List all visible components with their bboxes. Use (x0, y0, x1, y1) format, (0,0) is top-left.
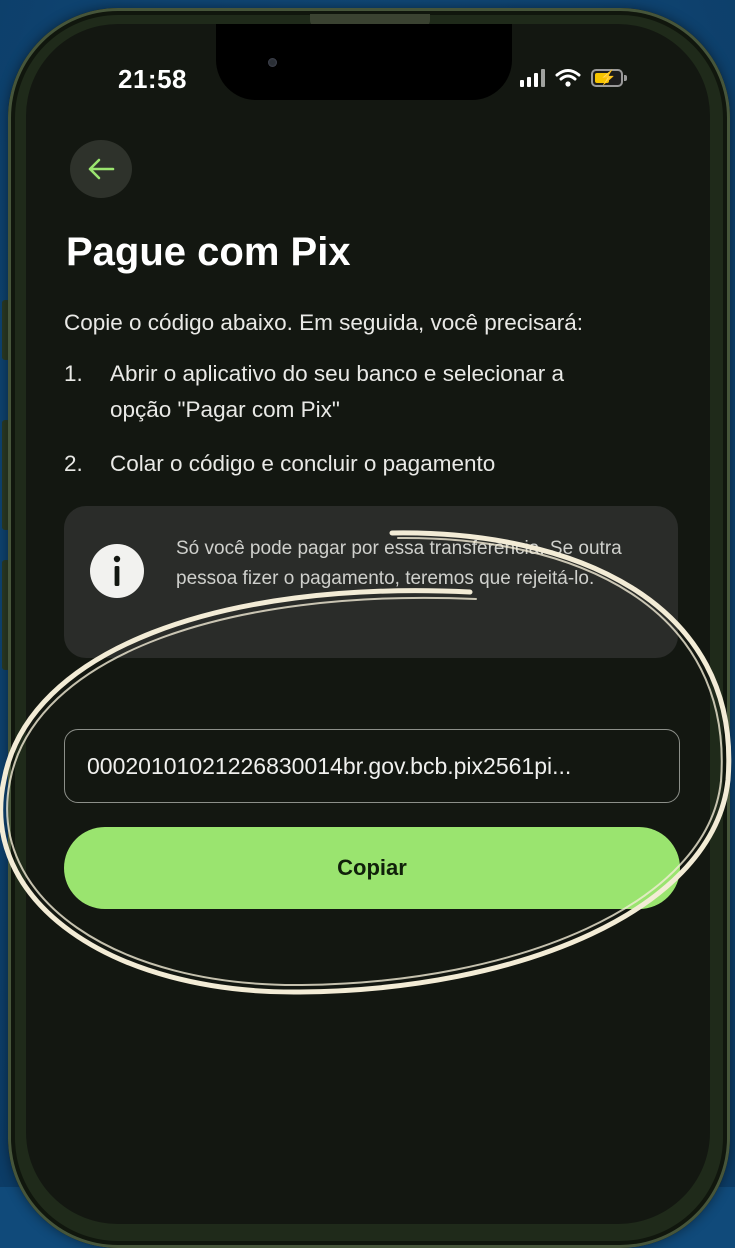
notch (216, 24, 512, 100)
instruction-step: 1. Abrir o aplicativo do seu banco e sel… (64, 356, 684, 428)
step-number: 2. (64, 451, 83, 476)
info-icon (90, 544, 144, 598)
back-button[interactable] (70, 140, 132, 198)
pix-code-field[interactable]: 00020101021226830014br.gov.bcb.pix2561pi… (64, 729, 680, 803)
step-number: 1. (64, 361, 83, 386)
copy-button[interactable]: Copiar (64, 827, 680, 909)
info-notice-text: Só você pode pagar por essa transferênci… (176, 538, 622, 589)
front-camera (268, 58, 277, 67)
instructions-intro: Copie o código abaixo. Em seguida, você … (64, 310, 584, 335)
battery-charging-icon: ⚡ (591, 69, 627, 87)
wifi-icon (555, 69, 581, 87)
status-icons: ⚡ (520, 68, 627, 88)
step-text: Colar o código e concluir o pagamento (110, 451, 496, 476)
arrow-left-icon (88, 158, 115, 180)
page-title: Pague com Pix (66, 230, 351, 274)
cellular-signal-icon (520, 69, 545, 87)
info-notice: Só você pode pagar por essa transferênci… (64, 506, 678, 658)
step-text: Abrir o aplicativo do seu banco e seleci… (110, 361, 565, 422)
status-time: 21:58 (118, 64, 187, 94)
instruction-step: 2. Colar o código e concluir o pagamento (64, 446, 684, 482)
